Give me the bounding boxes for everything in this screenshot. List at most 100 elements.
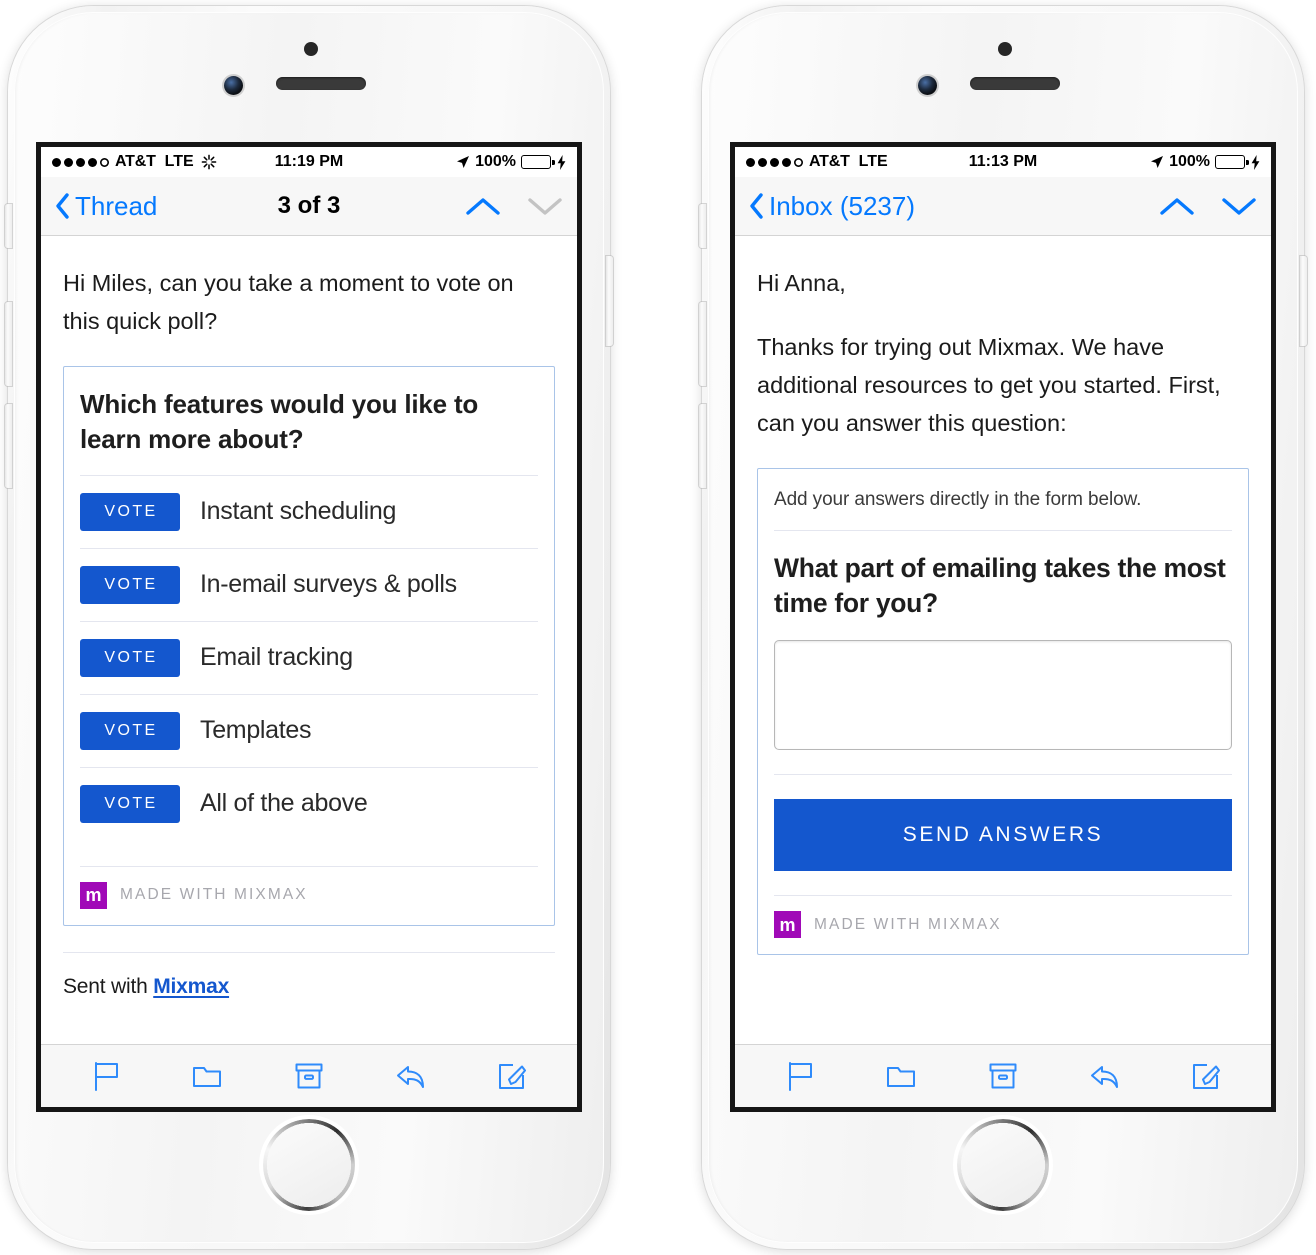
battery-percent: 100% (1169, 153, 1210, 170)
signal-strength-icon (746, 157, 803, 167)
status-bar-left: AT&T LTE (746, 153, 888, 171)
survey-question: What part of emailing takes the most tim… (774, 553, 1226, 619)
earpiece-speaker (970, 77, 1060, 90)
iphone-device-left: AT&T LTE 11:19 PM 100% Thread 3 of 3 Hi … (5, 6, 613, 1249)
back-button-label: Thread (75, 190, 158, 221)
home-button[interactable] (957, 1119, 1049, 1211)
battery-icon (521, 155, 555, 169)
status-bar: AT&T LTE 11:13 PM 100% (735, 147, 1271, 177)
network-type: LTE (858, 153, 888, 170)
front-camera-icon (918, 76, 937, 95)
status-bar-left: AT&T LTE (52, 153, 217, 171)
poll-option-row[interactable]: VOTE Instant scheduling (80, 476, 538, 548)
poll-option-row[interactable]: VOTE In-email surveys & polls (80, 549, 538, 621)
poll-option-label: In-email surveys & polls (200, 570, 457, 599)
vote-button[interactable]: VOTE (80, 638, 180, 677)
mixmax-logo-icon: m (80, 881, 107, 909)
mixmax-link[interactable]: Mixmax (153, 975, 229, 998)
volume-down-button[interactable] (699, 404, 706, 488)
home-button[interactable] (263, 1119, 355, 1211)
compose-icon[interactable] (1189, 1059, 1223, 1093)
email-greeting: Hi Anna, (757, 270, 846, 296)
lightning-bolt-icon (557, 154, 566, 170)
navigation-bar: Inbox (5237) (735, 177, 1271, 236)
vote-button[interactable]: VOTE (80, 565, 180, 604)
poll-question: Which features would you like to learn m… (80, 389, 479, 454)
mixmax-logo-icon: m (774, 911, 801, 939)
made-with-label: MADE WITH MIXMAX (120, 886, 308, 904)
chevron-left-icon (750, 193, 763, 219)
sent-with-text: Sent with Mixmax (63, 953, 555, 1009)
made-with-mixmax-footer: m MADE WITH MIXMAX (80, 867, 538, 925)
power-button[interactable] (606, 256, 613, 346)
front-camera-icon (224, 76, 243, 95)
iphone-device-right: AT&T LTE 11:13 PM 100% Inbox (5237) Hi A… (699, 6, 1307, 1249)
poll-option-label: All of the above (200, 789, 368, 818)
mute-switch[interactable] (699, 204, 706, 248)
sent-with-section: Sent with Mixmax (63, 951, 555, 1009)
made-with-label: MADE WITH MIXMAX (814, 915, 1002, 933)
poll-option-row[interactable]: VOTE Email tracking (80, 622, 538, 694)
back-button[interactable]: Inbox (5237) (749, 191, 915, 222)
location-arrow-icon (1151, 156, 1164, 168)
vote-button[interactable]: VOTE (80, 784, 180, 823)
network-type: LTE (164, 153, 194, 170)
mail-toolbar (41, 1044, 577, 1107)
phone-screen-right: AT&T LTE 11:13 PM 100% Inbox (5237) Hi A… (730, 142, 1276, 1112)
screenshot-stage: AT&T LTE 11:19 PM 100% Thread 3 of 3 Hi … (0, 0, 1316, 1255)
power-button[interactable] (1300, 256, 1307, 346)
mail-toolbar (735, 1044, 1271, 1107)
flag-icon[interactable] (89, 1059, 123, 1093)
phone-screen-left: AT&T LTE 11:19 PM 100% Thread 3 of 3 Hi … (36, 142, 582, 1112)
folder-icon[interactable] (190, 1059, 224, 1093)
email-greeting: Hi Miles, can you take a moment to vote … (63, 270, 514, 335)
carrier-name: AT&T (115, 153, 156, 170)
message-navigation (1159, 195, 1257, 217)
reply-icon[interactable] (1088, 1059, 1122, 1093)
email-body: Hi Miles, can you take a moment to vote … (41, 236, 577, 1044)
proximity-sensor-icon (998, 42, 1012, 56)
poll-option-label: Templates (200, 716, 312, 745)
reply-icon[interactable] (394, 1059, 428, 1093)
archive-icon[interactable] (292, 1059, 326, 1093)
mute-switch[interactable] (5, 204, 12, 248)
sent-with-prefix: Sent with (63, 974, 154, 998)
proximity-sensor-icon (304, 42, 318, 56)
location-arrow-icon (457, 156, 470, 168)
answer-input[interactable] (774, 640, 1232, 751)
battery-percent: 100% (475, 153, 516, 170)
chevron-down-icon (528, 198, 562, 215)
chevron-down-icon[interactable] (1221, 195, 1257, 217)
folder-icon[interactable] (884, 1059, 918, 1093)
compose-icon[interactable] (495, 1059, 529, 1093)
spinner-icon (201, 154, 217, 170)
survey-note: Add your answers directly in the form be… (774, 489, 1142, 511)
poll-option-row[interactable]: VOTE All of the above (80, 768, 538, 840)
mixmax-poll-card: Which features would you like to learn m… (63, 366, 555, 926)
poll-option-label: Instant scheduling (200, 497, 397, 526)
volume-up-button[interactable] (699, 302, 706, 386)
made-with-mixmax-footer: m MADE WITH MIXMAX (774, 896, 1232, 954)
poll-option-label: Email tracking (200, 643, 353, 672)
home-button-face (267, 1123, 351, 1207)
mixmax-survey-card: Add your answers directly in the form be… (757, 468, 1249, 956)
flag-icon[interactable] (783, 1059, 817, 1093)
email-paragraph: Thanks for trying out Mixmax. We have ad… (757, 334, 1221, 437)
home-button-face (961, 1123, 1045, 1207)
send-answers-button[interactable]: SEND ANSWERS (774, 799, 1232, 872)
chevron-up-icon[interactable] (1159, 195, 1195, 217)
back-button[interactable]: Thread (55, 191, 157, 222)
lightning-bolt-icon (1251, 154, 1260, 170)
status-bar: AT&T LTE 11:19 PM 100% (41, 147, 577, 177)
vote-button[interactable]: VOTE (80, 492, 180, 531)
chevron-up-icon[interactable] (465, 195, 501, 217)
email-body: Hi Anna, Thanks for trying out Mixmax. W… (735, 236, 1271, 1044)
poll-option-row[interactable]: VOTE Templates (80, 695, 538, 767)
volume-up-button[interactable] (5, 302, 12, 386)
archive-icon[interactable] (986, 1059, 1020, 1093)
status-bar-right: 100% (456, 153, 566, 171)
volume-down-button[interactable] (5, 404, 12, 488)
navigation-bar: Thread 3 of 3 (41, 177, 577, 236)
vote-button[interactable]: VOTE (80, 711, 180, 750)
battery-icon (1215, 155, 1249, 169)
